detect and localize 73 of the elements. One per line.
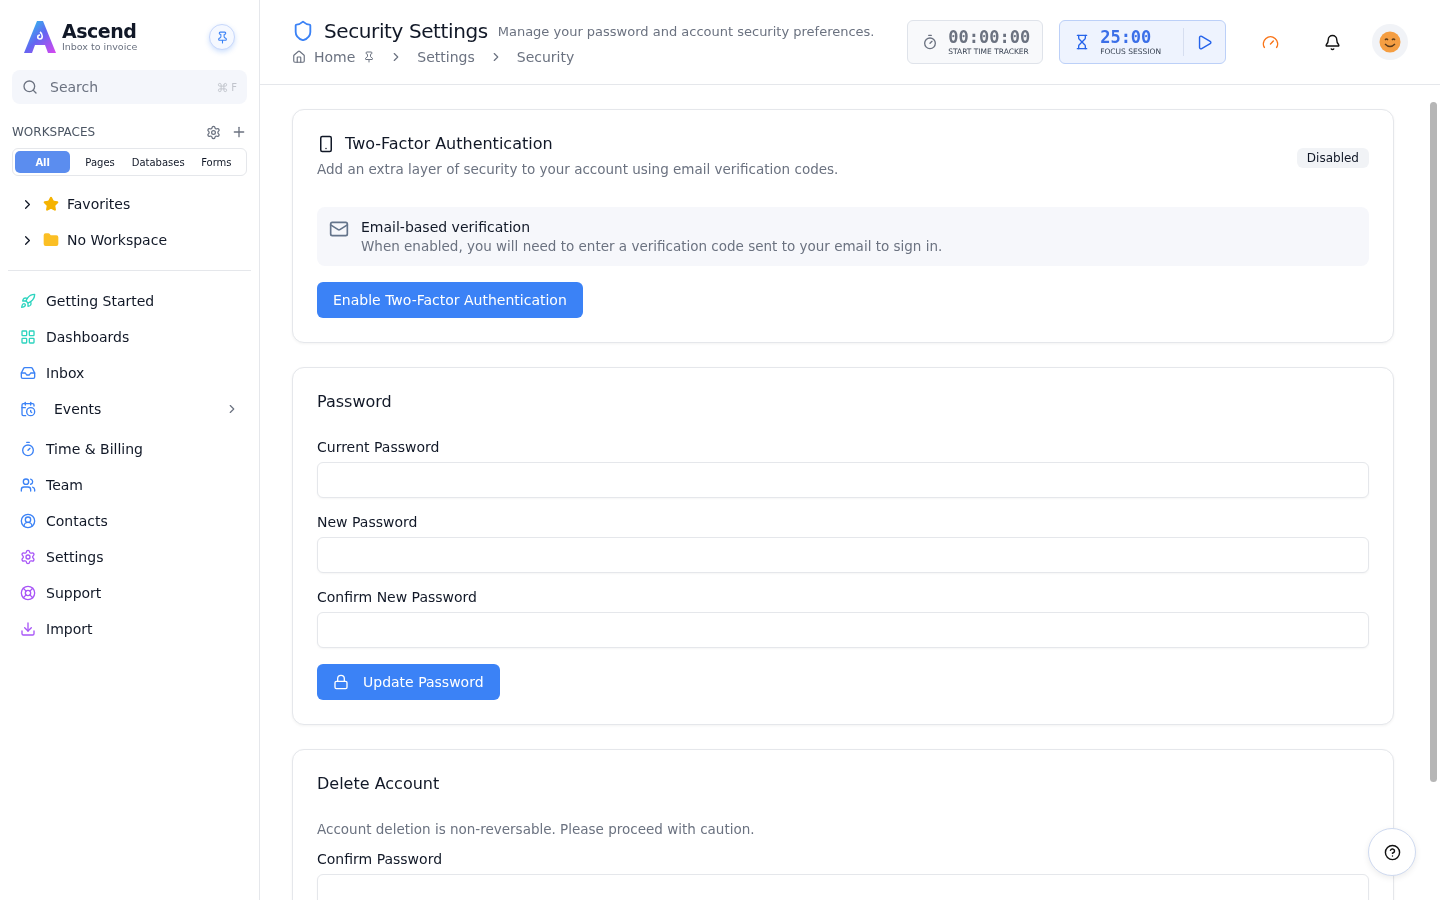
update-password-button[interactable]: Update Password bbox=[317, 664, 500, 700]
rocket-icon bbox=[20, 293, 36, 309]
field-label: Confirm New Password bbox=[317, 589, 478, 605]
tree-item[interactable]: No Workspace bbox=[67, 232, 167, 248]
mail-icon bbox=[329, 219, 349, 239]
card-title: Delete Account bbox=[317, 774, 440, 793]
nav-item[interactable]: Dashboards bbox=[12, 319, 247, 355]
contact-icon bbox=[20, 513, 36, 529]
nav-item[interactable]: Team bbox=[12, 467, 247, 503]
pin-button[interactable] bbox=[209, 24, 235, 50]
password-field[interactable] bbox=[317, 874, 1369, 900]
gauge-icon bbox=[1261, 33, 1279, 51]
password-field[interactable] bbox=[317, 612, 1369, 648]
filter-tab[interactable]: Pages bbox=[72, 151, 128, 173]
home-icon bbox=[292, 50, 306, 64]
star-icon bbox=[43, 196, 59, 212]
nav-item[interactable]: Settings bbox=[12, 539, 247, 575]
search-icon bbox=[22, 79, 38, 95]
users-icon bbox=[20, 477, 36, 493]
field-label: Current Password bbox=[317, 439, 441, 455]
password-field[interactable] bbox=[317, 462, 1369, 498]
nav-item[interactable]: Getting Started bbox=[12, 283, 247, 319]
field-label: Confirm Password bbox=[317, 851, 444, 867]
card-description: Add an extra layer of security to your account using email verification codes. bbox=[317, 161, 840, 177]
stopwatch-icon bbox=[922, 34, 939, 50]
shield-icon bbox=[292, 20, 314, 42]
play-icon bbox=[1196, 33, 1213, 51]
page-title: Security Settings bbox=[324, 19, 488, 43]
brand-name: Ascend bbox=[62, 22, 138, 41]
phone-icon bbox=[317, 134, 335, 153]
nav-item[interactable]: Contacts bbox=[12, 503, 247, 539]
card-title: Password bbox=[317, 392, 392, 411]
add-icon[interactable] bbox=[231, 124, 247, 140]
tree-item[interactable]: Favorites bbox=[67, 196, 131, 212]
lifebuoy-icon bbox=[20, 585, 36, 601]
smiley-icon bbox=[1379, 31, 1401, 53]
bell-icon bbox=[1323, 33, 1341, 51]
page-subtitle: Manage your password and account security preferences. bbox=[497, 23, 875, 39]
breadcrumb-link[interactable]: Home bbox=[314, 49, 356, 65]
field-label: New Password bbox=[317, 514, 419, 530]
method-description: When enabled, you will need to enter a verification code sent to your email to sign in. bbox=[361, 238, 943, 254]
card-description: Account deletion is non-reversable. Please proceed with caution. bbox=[317, 821, 756, 837]
pin-icon[interactable] bbox=[363, 51, 376, 63]
method-title: Email-based verification bbox=[361, 219, 532, 235]
breadcrumb-link[interactable]: Security bbox=[516, 49, 575, 65]
brand-tagline: Inbox to invoice bbox=[62, 41, 139, 52]
help-icon bbox=[1383, 843, 1401, 861]
search-field[interactable]: Search bbox=[48, 78, 208, 96]
filter-tab[interactable]: Databases bbox=[129, 151, 187, 173]
nav-item[interactable]: Time & Billing bbox=[12, 431, 247, 467]
settings-icon[interactable] bbox=[206, 124, 221, 140]
status-badge: Disabled bbox=[1296, 148, 1369, 168]
inbox-icon bbox=[20, 365, 36, 381]
avatar[interactable] bbox=[1372, 24, 1408, 60]
section-title: WORKSPACES bbox=[12, 125, 97, 139]
calendar-icon bbox=[20, 401, 36, 417]
enable-2fa-button[interactable]: Enable Two-Factor Authentication bbox=[317, 282, 583, 318]
settings-icon bbox=[20, 549, 36, 565]
nav-item[interactable]: Support bbox=[12, 575, 247, 611]
lock-icon bbox=[333, 674, 349, 690]
grid-icon bbox=[20, 329, 36, 345]
breadcrumb-link[interactable]: Settings bbox=[417, 49, 475, 65]
stopwatch-icon bbox=[20, 441, 36, 457]
pin-icon bbox=[215, 30, 229, 44]
folder-icon bbox=[43, 232, 59, 248]
download-icon bbox=[20, 621, 36, 637]
password-field[interactable] bbox=[317, 537, 1369, 573]
card-title: Two-Factor Authentication bbox=[345, 134, 553, 153]
filter-tab[interactable]: Forms bbox=[188, 151, 244, 173]
nav-item[interactable]: Events bbox=[12, 391, 247, 427]
nav-item[interactable]: Import bbox=[12, 611, 247, 647]
nav-item[interactable]: Inbox bbox=[12, 355, 247, 391]
logo-icon bbox=[24, 20, 56, 54]
